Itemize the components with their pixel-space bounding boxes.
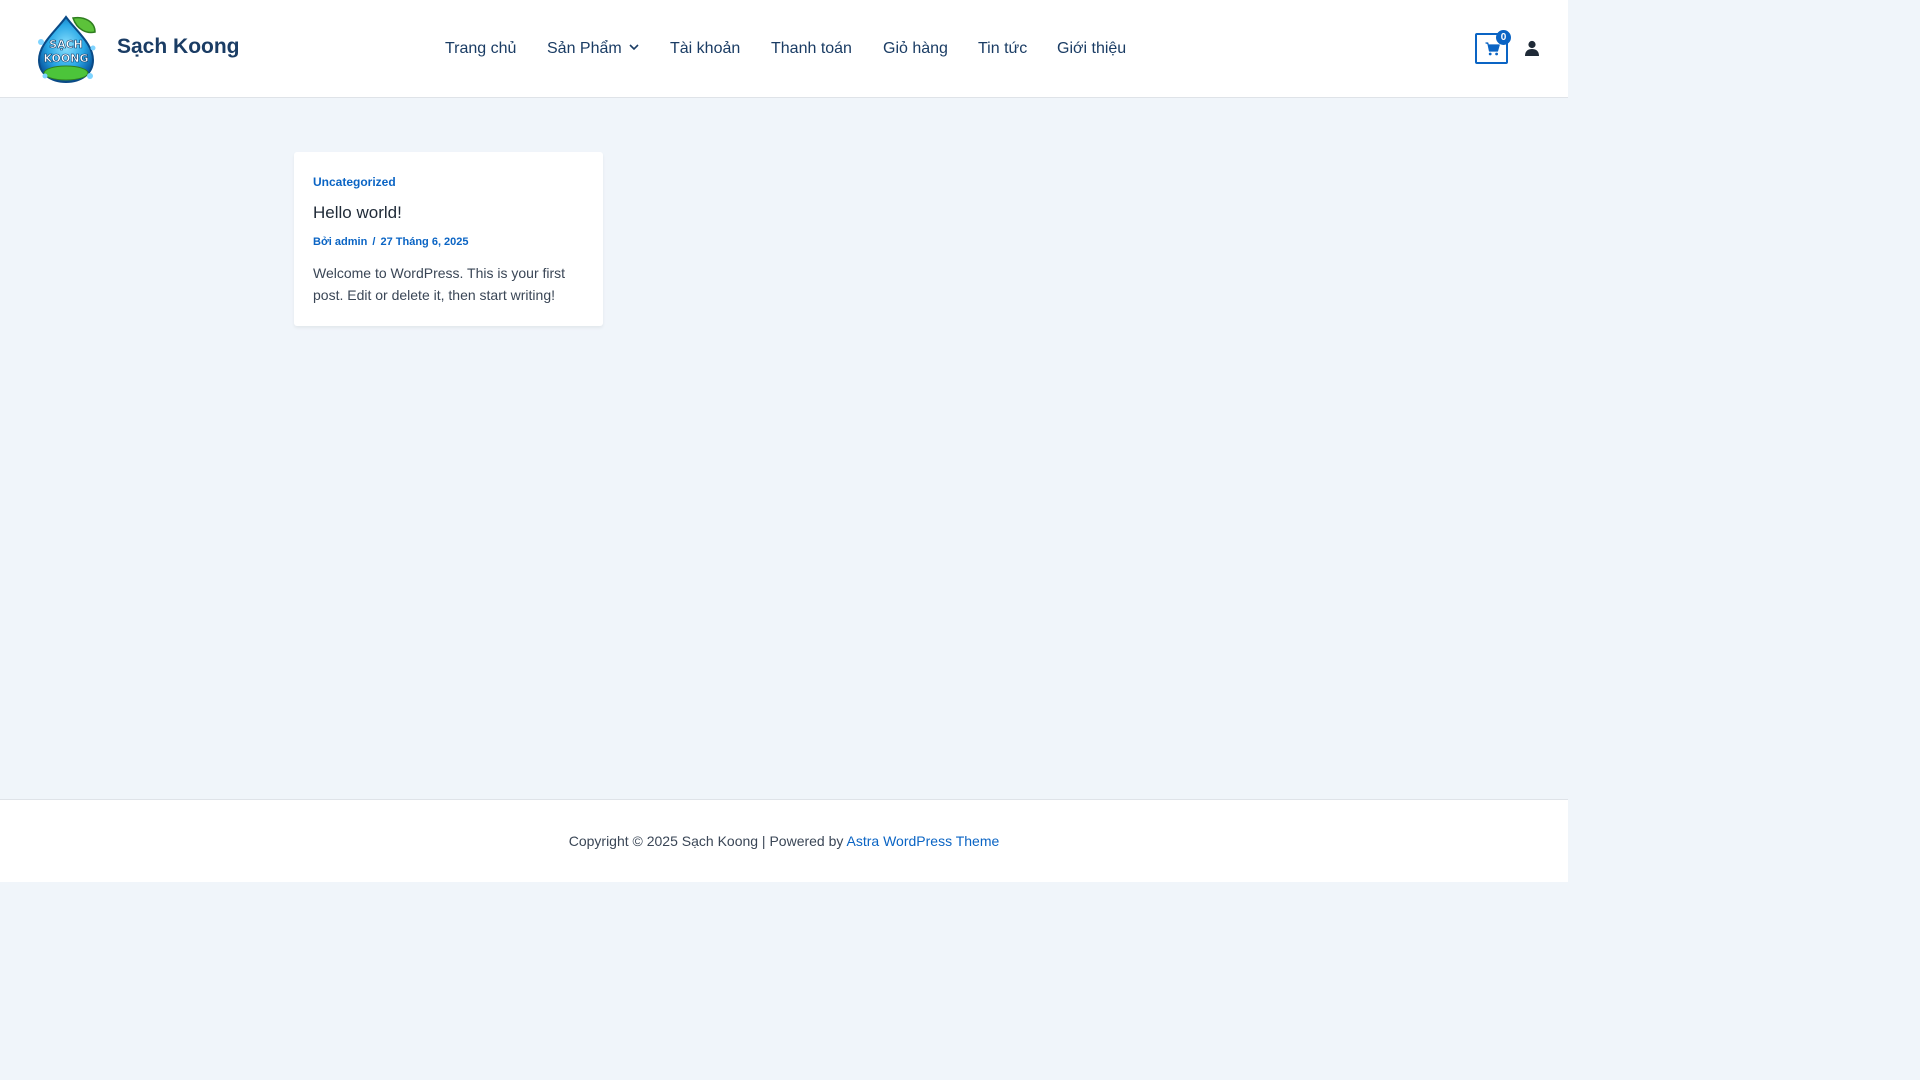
nav-item-thanh-toan[interactable]: Thanh toán [771, 38, 852, 60]
author-prefix: Bởi [313, 236, 332, 248]
post-date: 27 Tháng 6, 2025 [380, 236, 469, 248]
site-footer: Copyright © 2025 Sạch Koong | Powered by… [0, 799, 1568, 882]
svg-text:SẠCH: SẠCH [49, 38, 83, 51]
post-meta: Bởi admin / 27 Tháng 6, 2025 [313, 236, 469, 248]
nav-item-tai-khoan[interactable]: Tài khoản [670, 38, 740, 60]
shopping-cart-icon [1485, 42, 1500, 56]
account-button[interactable] [1524, 40, 1540, 56]
cart-count-badge: 0 [1496, 30, 1511, 45]
post-category-link[interactable]: Uncategorized [313, 175, 396, 189]
sach-koong-logo-icon: SẠCH KOONG [37, 15, 96, 84]
site-title[interactable]: Sạch Koong [117, 35, 240, 59]
nav-item-trang-chu[interactable]: Trang chủ [445, 38, 516, 60]
copyright-text: Copyright © 2025 Sạch Koong | Powered by [568, 833, 847, 849]
nav-item-label: Sản Phẩm [547, 40, 622, 58]
site-header: SẠCH KOONG Sạch Koong Trang chủ Sản Phẩm… [0, 0, 1568, 98]
post-author-link[interactable]: admin [335, 236, 367, 248]
post-excerpt: Welcome to WordPress. This is your first… [313, 265, 566, 303]
astra-theme-link[interactable]: Astra WordPress Theme [847, 833, 1000, 849]
post-card: Uncategorized Hello world! Bởi admin / 2… [294, 152, 603, 326]
nav-item-gio-hang[interactable]: Giỏ hàng [883, 38, 948, 60]
nav-item-gioi-thieu[interactable]: Giới thiệu [1057, 38, 1126, 60]
post-title[interactable]: Hello world! [313, 203, 402, 223]
footer-copyright: Copyright © 2025 Sạch Koong | Powered by… [0, 833, 1568, 849]
user-icon [1525, 40, 1539, 56]
svg-text:KOONG: KOONG [44, 52, 89, 65]
meta-separator: / [372, 236, 376, 248]
site-logo[interactable]: SẠCH KOONG [33, 14, 99, 84]
nav-item-san-pham[interactable]: Sản Phẩm [547, 38, 639, 60]
chevron-down-icon [629, 36, 639, 58]
nav-item-tin-tuc[interactable]: Tin tức [978, 38, 1027, 60]
